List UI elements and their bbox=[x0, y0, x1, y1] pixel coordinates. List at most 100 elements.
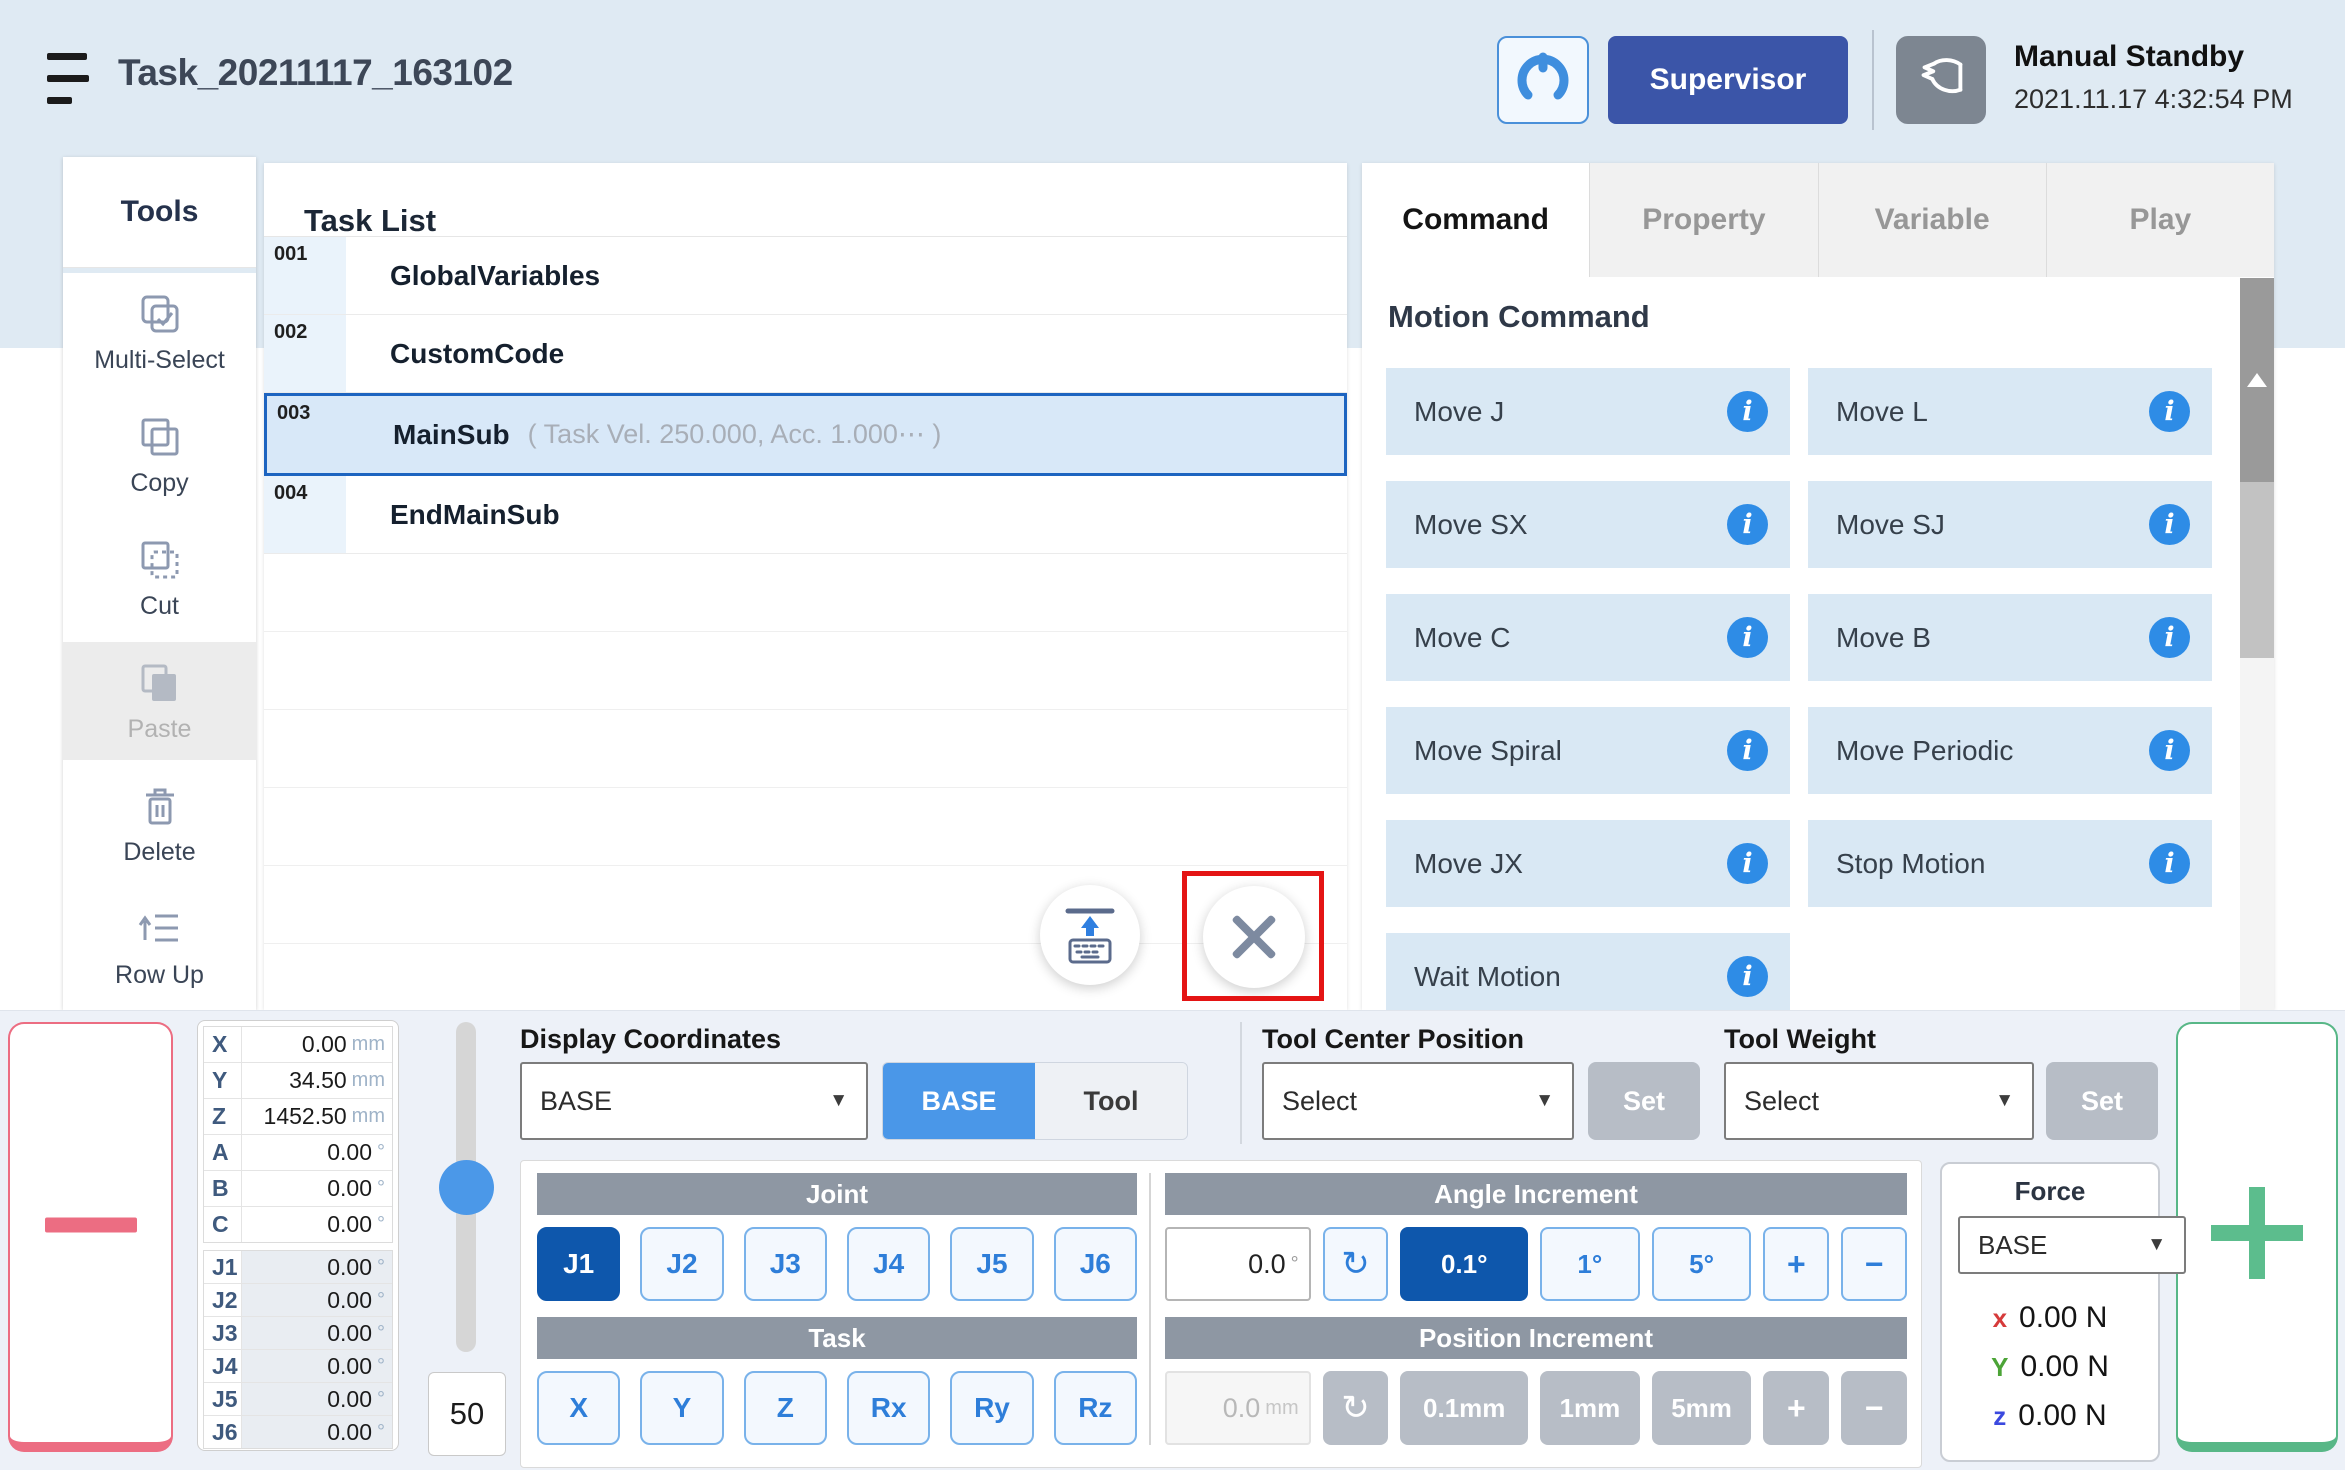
force-frame-select[interactable]: BASE ▼ bbox=[1958, 1216, 2186, 1274]
tool-center-position-set-button[interactable]: Set bbox=[1588, 1062, 1700, 1140]
pose-value: 0.00 ° bbox=[242, 1251, 392, 1283]
joint-jog-button[interactable]: J2 bbox=[640, 1227, 723, 1301]
position-minus-button: − bbox=[1841, 1371, 1907, 1445]
empty-row bbox=[264, 554, 1347, 632]
panel-tab[interactable]: Variable bbox=[1819, 163, 2047, 277]
angle-preset-5[interactable]: 5° bbox=[1652, 1227, 1752, 1301]
info-icon[interactable]: i bbox=[2149, 391, 2190, 432]
pose-row: Z 1452.50 mm bbox=[204, 1099, 392, 1135]
pose-value: 34.50 mm bbox=[242, 1063, 392, 1098]
pose-unit: ° bbox=[377, 1141, 385, 1164]
pose-row: X 0.00 mm bbox=[204, 1027, 392, 1063]
angle-minus-button[interactable]: − bbox=[1841, 1227, 1907, 1301]
tool-center-position-select[interactable]: Select ▼ bbox=[1262, 1062, 1574, 1140]
task-row[interactable]: 001 GlobalVariables bbox=[264, 237, 1347, 315]
display-coordinates-label: Display Coordinates bbox=[520, 1024, 781, 1055]
base-tool-toggle[interactable]: BASE Tool bbox=[882, 1062, 1188, 1140]
task-section-header: Task bbox=[537, 1317, 1137, 1359]
info-icon[interactable]: i bbox=[2149, 504, 2190, 545]
motion-command-button[interactable]: Move SX i bbox=[1386, 481, 1790, 568]
task-list-panel: Task List 001 GlobalVariables 002 Custom… bbox=[264, 163, 1347, 1010]
task-jog-button[interactable]: Z bbox=[744, 1371, 827, 1445]
display-coordinates-select[interactable]: BASE ▼ bbox=[520, 1062, 868, 1140]
tool-weight-select[interactable]: Select ▼ bbox=[1724, 1062, 2034, 1140]
info-icon[interactable]: i bbox=[1727, 843, 1768, 884]
angle-increment-input[interactable]: 0.0 ° bbox=[1165, 1227, 1311, 1301]
motion-command-button[interactable]: Move C i bbox=[1386, 594, 1790, 681]
jog-plus-button[interactable] bbox=[2176, 1022, 2338, 1452]
toggle-tool[interactable]: Tool bbox=[1035, 1063, 1187, 1139]
tool-row-up[interactable]: Row Up bbox=[63, 888, 256, 1006]
info-icon[interactable]: i bbox=[1727, 617, 1768, 658]
pose-axis-label: A bbox=[204, 1135, 242, 1170]
info-icon[interactable]: i bbox=[2149, 843, 2190, 884]
motion-command-button[interactable]: Stop Motion i bbox=[1808, 820, 2212, 907]
robot-status-button[interactable] bbox=[1497, 36, 1589, 124]
motion-command-button[interactable]: Move JX i bbox=[1386, 820, 1790, 907]
tool-delete[interactable]: Delete bbox=[63, 765, 256, 883]
scrollbar-track[interactable] bbox=[2240, 482, 2274, 658]
tool-multi-select[interactable]: Multi-Select bbox=[63, 273, 256, 391]
command-panel-scrollbar[interactable] bbox=[2240, 278, 2274, 1010]
close-jog-button[interactable] bbox=[1203, 886, 1305, 988]
angle-reset-button[interactable]: ↻ bbox=[1323, 1227, 1389, 1301]
task-rows: 001 GlobalVariables 002 CustomCode 0 bbox=[264, 236, 1347, 554]
motion-command-button[interactable]: Move Periodic i bbox=[1808, 707, 2212, 794]
joint-jog-button[interactable]: J4 bbox=[847, 1227, 930, 1301]
manual-mode-button[interactable] bbox=[1896, 36, 1986, 124]
task-jog-button[interactable]: Rx bbox=[847, 1371, 930, 1445]
pose-axis-label: C bbox=[204, 1207, 242, 1242]
motion-command-button[interactable]: Wait Motion i bbox=[1386, 933, 1790, 1010]
tool-weight-set-button[interactable]: Set bbox=[2046, 1062, 2158, 1140]
supervisor-button[interactable]: Supervisor bbox=[1608, 36, 1848, 124]
tool-copy[interactable]: Copy bbox=[63, 396, 256, 514]
jog-minus-button[interactable] bbox=[8, 1022, 173, 1452]
angle-preset-1[interactable]: 1° bbox=[1540, 1227, 1640, 1301]
panel-tab[interactable]: Command bbox=[1362, 163, 1590, 277]
joint-jog-button[interactable]: J3 bbox=[744, 1227, 827, 1301]
scrollbar-track-lower[interactable] bbox=[2240, 658, 2274, 1010]
task-row[interactable]: 004 EndMainSub bbox=[264, 476, 1347, 554]
motion-command-button[interactable]: Move Spiral i bbox=[1386, 707, 1790, 794]
tab-label: Property bbox=[1642, 203, 1765, 237]
task-row[interactable]: 002 CustomCode bbox=[264, 315, 1347, 393]
panel-tab[interactable]: Property bbox=[1590, 163, 1818, 277]
position-plus-button: + bbox=[1763, 1371, 1829, 1445]
menu-hamburger-icon[interactable] bbox=[47, 50, 91, 106]
task-jog-button[interactable]: Ry bbox=[950, 1371, 1033, 1445]
panel-tab[interactable]: Play bbox=[2047, 163, 2274, 277]
pose-unit: ° bbox=[377, 1322, 385, 1345]
info-icon[interactable]: i bbox=[1727, 956, 1768, 997]
task-jog-button[interactable]: Rz bbox=[1054, 1371, 1137, 1445]
speed-slider-thumb[interactable] bbox=[439, 1160, 494, 1215]
show-keyboard-button[interactable] bbox=[1040, 885, 1140, 985]
joint-jog-button[interactable]: J1 bbox=[537, 1227, 620, 1301]
motion-command-button[interactable]: Move SJ i bbox=[1808, 481, 2212, 568]
tool-cut[interactable]: Cut bbox=[63, 519, 256, 637]
info-icon[interactable]: i bbox=[1727, 730, 1768, 771]
motion-command-button[interactable]: Move J i bbox=[1386, 368, 1790, 455]
info-icon[interactable]: i bbox=[2149, 617, 2190, 658]
pose-row: B 0.00 ° bbox=[204, 1171, 392, 1207]
angle-preset-0.1[interactable]: 0.1° bbox=[1400, 1227, 1528, 1301]
joint-jog-button[interactable]: J6 bbox=[1054, 1227, 1137, 1301]
motion-command-button[interactable]: Move B i bbox=[1808, 594, 2212, 681]
tool-paste: Paste bbox=[63, 642, 256, 760]
info-icon[interactable]: i bbox=[1727, 504, 1768, 545]
info-icon[interactable]: i bbox=[2149, 730, 2190, 771]
task-jog-button[interactable]: X bbox=[537, 1371, 620, 1445]
task-row-main: CustomCode bbox=[346, 315, 1347, 392]
info-icon[interactable]: i bbox=[1727, 391, 1768, 432]
task-jog-button[interactable]: Y bbox=[640, 1371, 723, 1445]
task-row[interactable]: 003 MainSub ( Task Vel. 250.000, Acc. 1.… bbox=[264, 393, 1347, 476]
pose-unit: mm bbox=[352, 1069, 385, 1092]
joint-jog-button[interactable]: J5 bbox=[950, 1227, 1033, 1301]
scrollbar-thumb[interactable] bbox=[2240, 278, 2274, 482]
motion-command-button[interactable]: Move L i bbox=[1808, 368, 2212, 455]
position-preset-5mm: 5mm bbox=[1652, 1371, 1752, 1445]
speed-value-box[interactable]: 50 bbox=[428, 1372, 506, 1456]
toggle-base[interactable]: BASE bbox=[883, 1063, 1035, 1139]
pose-value: 1452.50 mm bbox=[242, 1099, 392, 1134]
pose-unit: ° bbox=[377, 1421, 385, 1444]
angle-plus-button[interactable]: + bbox=[1763, 1227, 1829, 1301]
